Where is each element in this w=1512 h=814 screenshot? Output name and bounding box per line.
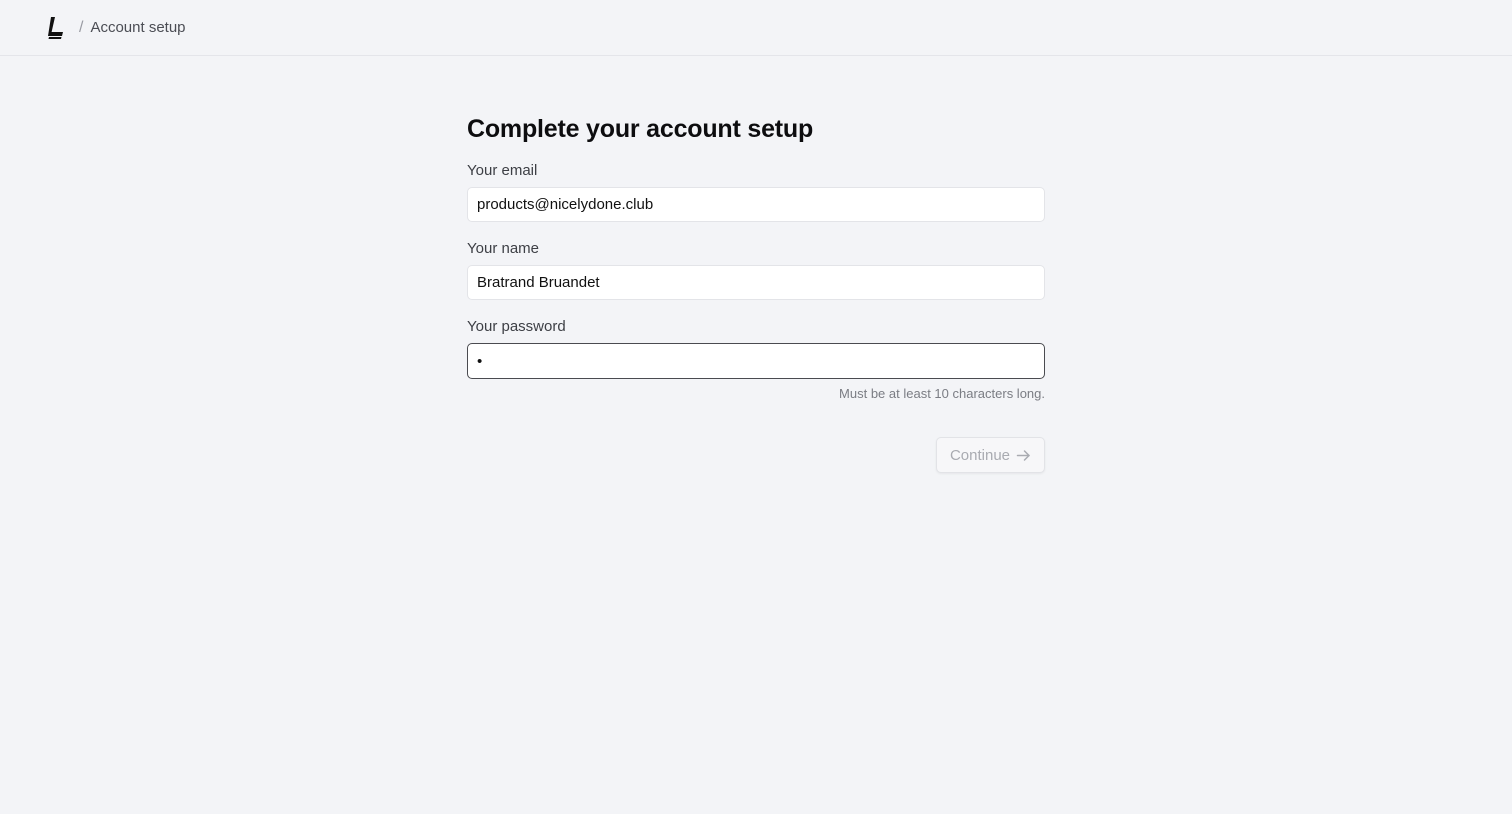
password-input[interactable] (467, 343, 1045, 379)
continue-button-label: Continue (949, 446, 1010, 464)
page-title: Complete your account setup (467, 115, 814, 143)
name-input[interactable] (467, 265, 1045, 300)
email-label: Your email (467, 162, 538, 179)
arrow-right-icon (1016, 448, 1031, 463)
name-field-group: Your name (467, 240, 1045, 300)
continue-button[interactable]: Continue (935, 437, 1045, 473)
account-setup-form: Complete your account setup Your email Y… (467, 114, 1045, 473)
email-field-group: Your email (467, 162, 1045, 222)
password-field-group: Your password Must be at least 10 charac… (467, 318, 1045, 401)
password-label: Your password (467, 318, 566, 335)
password-hint: Must be at least 10 characters long. (839, 386, 1045, 401)
form-actions: Continue (467, 437, 1045, 473)
breadcrumb-account-setup: Account setup (90, 19, 186, 36)
breadcrumb-separator: / (79, 18, 84, 36)
brand-logo-icon[interactable] (47, 16, 65, 39)
name-label: Your name (467, 240, 539, 257)
top-bar: / Account setup (0, 0, 1512, 56)
email-input[interactable] (467, 187, 1045, 222)
